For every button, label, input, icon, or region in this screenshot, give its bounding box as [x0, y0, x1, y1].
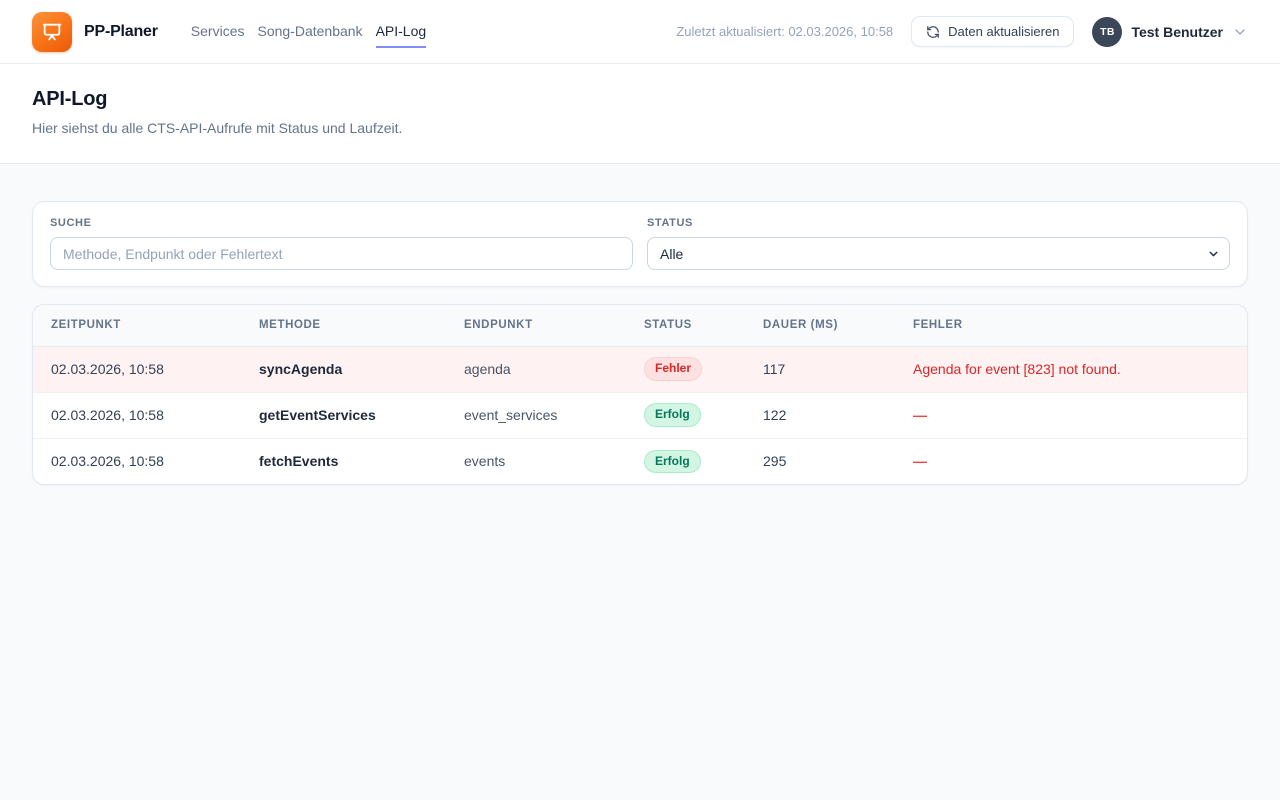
- status-badge: Erfolg: [644, 450, 701, 473]
- avatar: TB: [1092, 17, 1122, 47]
- refresh-data-button[interactable]: Daten aktualisieren: [911, 16, 1074, 47]
- search-input[interactable]: [50, 237, 633, 270]
- cell-error: —: [895, 438, 1247, 484]
- cell-error: —: [895, 392, 1247, 438]
- api-log-table-card: Zeitpunkt Methode Endpunkt Status Dauer …: [32, 304, 1248, 485]
- user-menu[interactable]: TB Test Benutzer: [1092, 17, 1248, 47]
- search-field: Suche: [50, 217, 633, 270]
- col-header-dauer: Dauer (ms): [745, 305, 895, 346]
- cell-status: Erfolg: [626, 438, 745, 484]
- cell-method: getEventServices: [241, 392, 446, 438]
- brand-link[interactable]: PP-Planer: [32, 12, 158, 52]
- table-row: 02.03.2026, 10:58 getEventServices event…: [33, 392, 1247, 438]
- cell-duration: 117: [745, 346, 895, 392]
- status-label: Status: [647, 217, 1230, 229]
- last-updated-text: Zuletzt aktualisiert: 02.03.2026, 10:58: [676, 24, 893, 39]
- page-subtitle: Hier siehst du alle CTS-API-Aufrufe mit …: [32, 120, 1248, 136]
- status-badge: Fehler: [644, 357, 702, 380]
- main-content: Suche Status Alle: [0, 164, 1280, 485]
- cell-duration: 295: [745, 438, 895, 484]
- nav-item-api-log[interactable]: API-Log: [376, 15, 427, 48]
- filter-card: Suche Status Alle: [32, 201, 1248, 287]
- cell-timestamp: 02.03.2026, 10:58: [33, 346, 241, 392]
- search-label: Suche: [50, 217, 633, 229]
- status-badge: Erfolg: [644, 403, 701, 426]
- cell-duration: 122: [745, 392, 895, 438]
- cell-timestamp: 02.03.2026, 10:58: [33, 438, 241, 484]
- table-row: 02.03.2026, 10:58 fetchEvents events Erf…: [33, 438, 1247, 484]
- cell-status: Erfolg: [626, 392, 745, 438]
- app-logo: [32, 12, 72, 52]
- page-title: API-Log: [32, 88, 1248, 111]
- refresh-icon: [926, 25, 940, 39]
- cell-timestamp: 02.03.2026, 10:58: [33, 392, 241, 438]
- user-name: Test Benutzer: [1131, 24, 1223, 40]
- chevron-down-icon: [1232, 24, 1248, 40]
- cell-endpoint: events: [446, 438, 626, 484]
- main-nav: Services Song-Datenbank API-Log: [191, 15, 426, 48]
- presentation-icon: [41, 21, 63, 43]
- cell-error: Agenda for event [823] not found.: [895, 346, 1247, 392]
- status-field: Status Alle: [647, 217, 1230, 270]
- nav-item-song-datenbank[interactable]: Song-Datenbank: [257, 15, 362, 48]
- cell-method: fetchEvents: [241, 438, 446, 484]
- cell-method: syncAgenda: [241, 346, 446, 392]
- col-header-methode: Methode: [241, 305, 446, 346]
- refresh-button-label: Daten aktualisieren: [948, 24, 1059, 39]
- table-header-row: Zeitpunkt Methode Endpunkt Status Dauer …: [33, 305, 1247, 346]
- cell-endpoint: agenda: [446, 346, 626, 392]
- api-log-table: Zeitpunkt Methode Endpunkt Status Dauer …: [33, 305, 1247, 484]
- table-row: 02.03.2026, 10:58 syncAgenda agenda Fehl…: [33, 346, 1247, 392]
- brand-name: PP-Planer: [84, 23, 158, 41]
- nav-item-services[interactable]: Services: [191, 15, 245, 48]
- status-select[interactable]: Alle: [647, 237, 1230, 270]
- page-header: API-Log Hier siehst du alle CTS-API-Aufr…: [0, 64, 1280, 164]
- cell-endpoint: event_services: [446, 392, 626, 438]
- top-navbar: PP-Planer Services Song-Datenbank API-Lo…: [0, 0, 1280, 64]
- col-header-endpunkt: Endpunkt: [446, 305, 626, 346]
- cell-status: Fehler: [626, 346, 745, 392]
- col-header-zeitpunkt: Zeitpunkt: [33, 305, 241, 346]
- col-header-status: Status: [626, 305, 745, 346]
- col-header-fehler: Fehler: [895, 305, 1247, 346]
